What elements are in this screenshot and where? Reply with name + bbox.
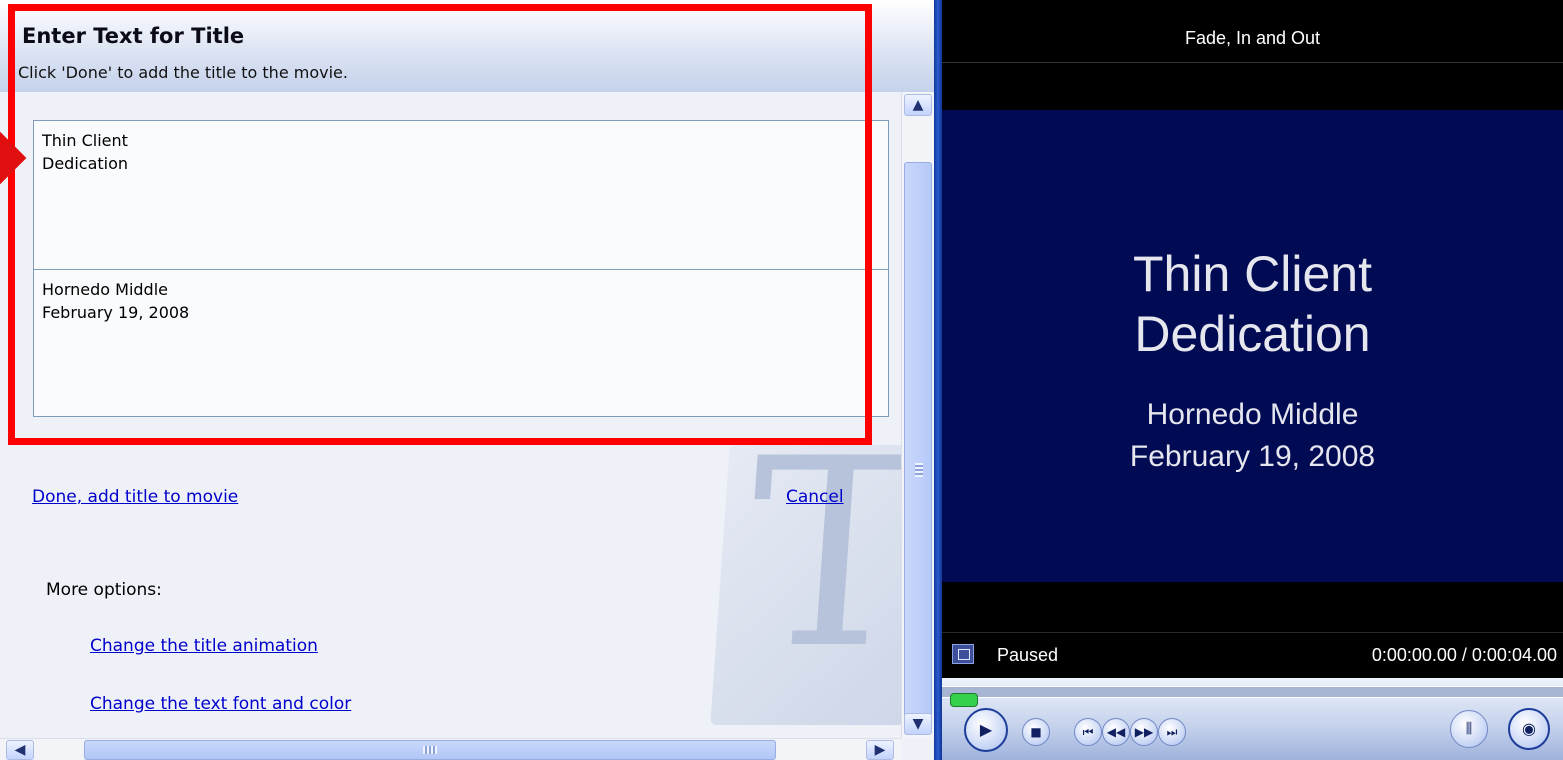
next-frame-button[interactable]: ⏭ xyxy=(1158,718,1186,746)
cancel-link[interactable]: Cancel xyxy=(786,487,844,507)
video-title-line-1: Thin Client xyxy=(1133,246,1372,302)
video-subtitle-line-2: February 19, 2008 xyxy=(1129,440,1376,473)
rewind-button[interactable]: ◀◀ xyxy=(1102,718,1130,746)
pane-splitter[interactable] xyxy=(934,0,942,760)
video-title-line-2: Dedication xyxy=(1134,306,1371,362)
scroll-up-icon[interactable]: ▲ xyxy=(904,94,932,116)
done-add-title-link[interactable]: Done, add title to movie xyxy=(32,487,238,507)
previous-frame-button[interactable]: ⏮ xyxy=(1074,718,1102,746)
take-picture-button[interactable]: ◉ xyxy=(1508,708,1550,750)
preview-monitor: Fade, In and Out Thin Client Dedication … xyxy=(942,0,1563,760)
split-clip-button[interactable]: ⫼ xyxy=(1450,710,1488,748)
clip-name: Fade, In and Out xyxy=(1184,28,1321,48)
fullscreen-icon[interactable] xyxy=(952,644,974,664)
divider xyxy=(942,62,1563,63)
scroll-grip-icon xyxy=(423,746,437,754)
vertical-scroll-thumb[interactable] xyxy=(904,162,932,717)
highlight-frame xyxy=(8,4,872,445)
playback-controls: ▶ ■ ⏮ ◀◀ ▶▶ ⏭ ⫼ ◉ xyxy=(942,678,1563,760)
fast-forward-button[interactable]: ▶▶ xyxy=(1130,718,1158,746)
scroll-left-icon[interactable]: ◀ xyxy=(6,740,34,760)
seek-bar[interactable] xyxy=(942,686,1563,707)
time-readout: 0:00:00.00 / 0:00:04.00 xyxy=(1371,645,1557,665)
more-options-label: More options: xyxy=(46,580,162,600)
scroll-down-icon[interactable]: ▼ xyxy=(904,713,932,735)
play-button[interactable]: ▶ xyxy=(964,708,1008,752)
vertical-scrollbar[interactable]: ▲ ▼ xyxy=(901,92,934,738)
horizontal-scroll-thumb[interactable] xyxy=(84,740,776,760)
change-title-animation-link[interactable]: Change the title animation xyxy=(90,636,318,656)
scroll-right-icon[interactable]: ▶ xyxy=(866,740,894,760)
playback-status-bar: Paused 0:00:00.00 / 0:00:04.00 xyxy=(942,632,1563,679)
video-subtitle-line-1: Hornedo Middle xyxy=(1146,398,1359,431)
change-font-color-link[interactable]: Change the text font and color xyxy=(90,694,351,714)
playback-status: Paused xyxy=(997,645,1059,665)
seek-thumb[interactable] xyxy=(950,693,978,707)
stop-button[interactable]: ■ xyxy=(1022,718,1050,746)
video-frame: Thin Client Dedication Hornedo Middle Fe… xyxy=(942,110,1563,582)
scroll-grip-icon xyxy=(915,463,923,477)
title-editor-pane: Enter Text for Title Click 'Done' to add… xyxy=(0,0,934,760)
horizontal-scrollbar[interactable]: ◀ ▶ xyxy=(0,738,901,760)
